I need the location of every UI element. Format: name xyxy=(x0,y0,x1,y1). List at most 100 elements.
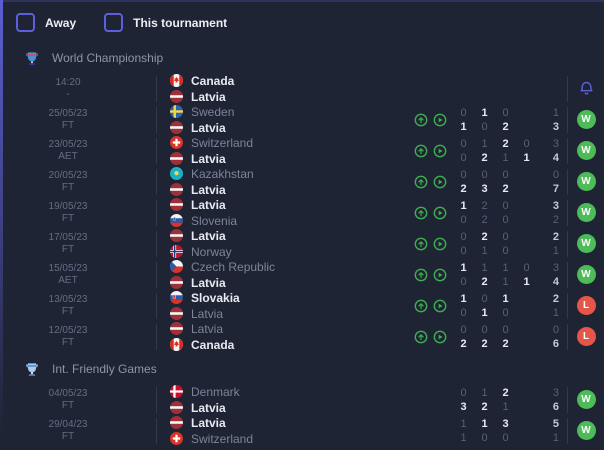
match-stats-icon[interactable] xyxy=(414,268,428,282)
match-row[interactable]: 29/04/23FTLatviaSwitzerland11103051W xyxy=(0,415,604,446)
switzerland-flag-icon xyxy=(170,432,183,445)
teams-column: Latvia Canada xyxy=(170,322,401,352)
section-title: World Championship xyxy=(52,51,163,65)
period-away-score: 0 xyxy=(474,120,495,134)
match-row[interactable]: 14:20-CanadaLatvia xyxy=(0,73,604,104)
match-stats-icon[interactable] xyxy=(414,206,428,220)
period-home-score: 0 xyxy=(495,199,516,213)
period-score-column: 21 xyxy=(474,230,495,258)
total-home-score: 1 xyxy=(537,106,559,120)
home-team: Slovakia xyxy=(170,291,401,305)
period-away-score: 0 xyxy=(453,151,474,165)
panel-top-edge xyxy=(0,0,604,2)
team-name: Latvia xyxy=(191,322,223,336)
match-date: 14:20- xyxy=(0,77,136,101)
period-home-score: 0 xyxy=(495,230,516,244)
match-date-line: 17/05/23 xyxy=(0,232,136,244)
video-highlights-icon[interactable] xyxy=(433,113,447,127)
filter-away[interactable]: Away xyxy=(16,13,76,32)
filter-this-tournament[interactable]: This tournament xyxy=(104,13,227,32)
total-away-score: 4 xyxy=(537,151,559,165)
team-name: Canada xyxy=(191,338,234,352)
media-icons xyxy=(401,237,447,251)
match-row[interactable]: 17/05/23FTLatviaNorway00210021W xyxy=(0,228,604,259)
period-score-column: 10 xyxy=(453,292,474,320)
teams-column: Czech RepublicLatvia xyxy=(170,260,401,290)
total-away-score: 2 xyxy=(537,213,559,227)
date-divider xyxy=(156,418,157,444)
match-row[interactable]: 04/05/23FTDenmarkLatvia03122136W xyxy=(0,384,604,415)
match-row[interactable]: 25/05/23FTSwedenLatvia01100213W xyxy=(0,104,604,135)
match-date: 17/05/23FT xyxy=(0,232,136,256)
video-highlights-icon[interactable] xyxy=(433,237,447,251)
period-away-score: 2 xyxy=(495,120,516,134)
team-name: Latvia xyxy=(191,229,226,243)
result-cell: W xyxy=(567,138,604,164)
match-history-list: World Championship14:20-CanadaLatvia25/0… xyxy=(0,43,604,446)
video-highlights-icon[interactable] xyxy=(433,268,447,282)
notification-bell-icon[interactable] xyxy=(578,80,595,97)
period-home-score: 1 xyxy=(474,137,495,151)
team-name: Slovakia xyxy=(191,291,240,305)
match-row[interactable]: 15/05/23AETCzech RepublicLatvia101211013… xyxy=(0,259,604,290)
video-highlights-icon[interactable] xyxy=(433,175,447,189)
period-scores: 020302 xyxy=(453,168,537,196)
period-home-score: 0 xyxy=(453,168,474,182)
match-row[interactable]: 13/05/23FTSlovakiaLatvia10011021L xyxy=(0,290,604,321)
total-home-score: 3 xyxy=(537,137,559,151)
result-cell: W xyxy=(567,262,604,288)
match-date: 25/05/23FT xyxy=(0,108,136,132)
home-team: Sweden xyxy=(170,105,401,119)
teams-column: SwedenLatvia xyxy=(170,105,401,135)
match-row[interactable]: 19/05/23FTLatviaSlovenia10220032W xyxy=(0,197,604,228)
period-away-score: 0 xyxy=(495,213,516,227)
match-stats-icon[interactable] xyxy=(414,237,428,251)
result-badge-win: W xyxy=(577,110,596,129)
result-cell xyxy=(567,76,604,102)
video-highlights-icon[interactable] xyxy=(433,144,447,158)
period-home-score: 2 xyxy=(474,199,495,213)
result-cell: W xyxy=(567,169,604,195)
period-away-score: 1 xyxy=(453,120,474,134)
world-championship-trophy-icon xyxy=(25,51,39,66)
switzerland-flag-icon xyxy=(170,136,183,149)
period-score-column: 02 xyxy=(495,323,516,351)
period-score-column: 30 xyxy=(495,417,516,445)
match-stats-icon[interactable] xyxy=(414,330,428,344)
home-team: Denmark xyxy=(170,385,401,399)
team-name: Switzerland xyxy=(191,432,253,446)
period-home-score: 1 xyxy=(453,292,474,306)
period-score-column: 10 xyxy=(474,106,495,134)
period-home-score: 0 xyxy=(453,106,474,120)
total-home-score: 2 xyxy=(537,292,559,306)
match-stats-icon[interactable] xyxy=(414,113,428,127)
match-stats-icon[interactable] xyxy=(414,144,428,158)
period-score-column: 00 xyxy=(453,137,474,165)
period-away-score: 2 xyxy=(474,400,495,414)
total-home-score: 0 xyxy=(537,168,559,182)
total-score: 36 xyxy=(537,386,559,414)
match-row[interactable]: 12/05/23FTLatviaCanada02020206L xyxy=(0,321,604,352)
panel-edge-highlight xyxy=(0,0,3,450)
away-checkbox-icon[interactable] xyxy=(16,13,35,32)
match-row[interactable]: 23/05/23AETSwitzerlandLatvia0012210134W xyxy=(0,135,604,166)
match-stats-icon[interactable] xyxy=(414,175,428,189)
period-score-column: 00 xyxy=(495,199,516,227)
this-tournament-checkbox-icon[interactable] xyxy=(104,13,123,32)
match-row[interactable]: 20/05/23FTKazakhstanLatvia02030207W xyxy=(0,166,604,197)
latvia-flag-icon xyxy=(170,90,183,103)
period-score-column: 02 xyxy=(453,168,474,196)
away-filter-label: Away xyxy=(45,16,76,30)
match-stats-icon[interactable] xyxy=(414,299,428,313)
home-team: Kazakhstan xyxy=(170,167,401,181)
period-away-score: 1 xyxy=(495,151,516,165)
result-cell: W xyxy=(567,418,604,444)
period-score-column: 01 xyxy=(453,106,474,134)
period-score-column: 12 xyxy=(474,137,495,165)
match-date-line: 12/05/23 xyxy=(0,325,136,337)
video-highlights-icon[interactable] xyxy=(433,206,447,220)
section-header: World Championship xyxy=(0,43,604,73)
video-highlights-icon[interactable] xyxy=(433,299,447,313)
match-date-line: 04/05/23 xyxy=(0,388,136,400)
video-highlights-icon[interactable] xyxy=(433,330,447,344)
